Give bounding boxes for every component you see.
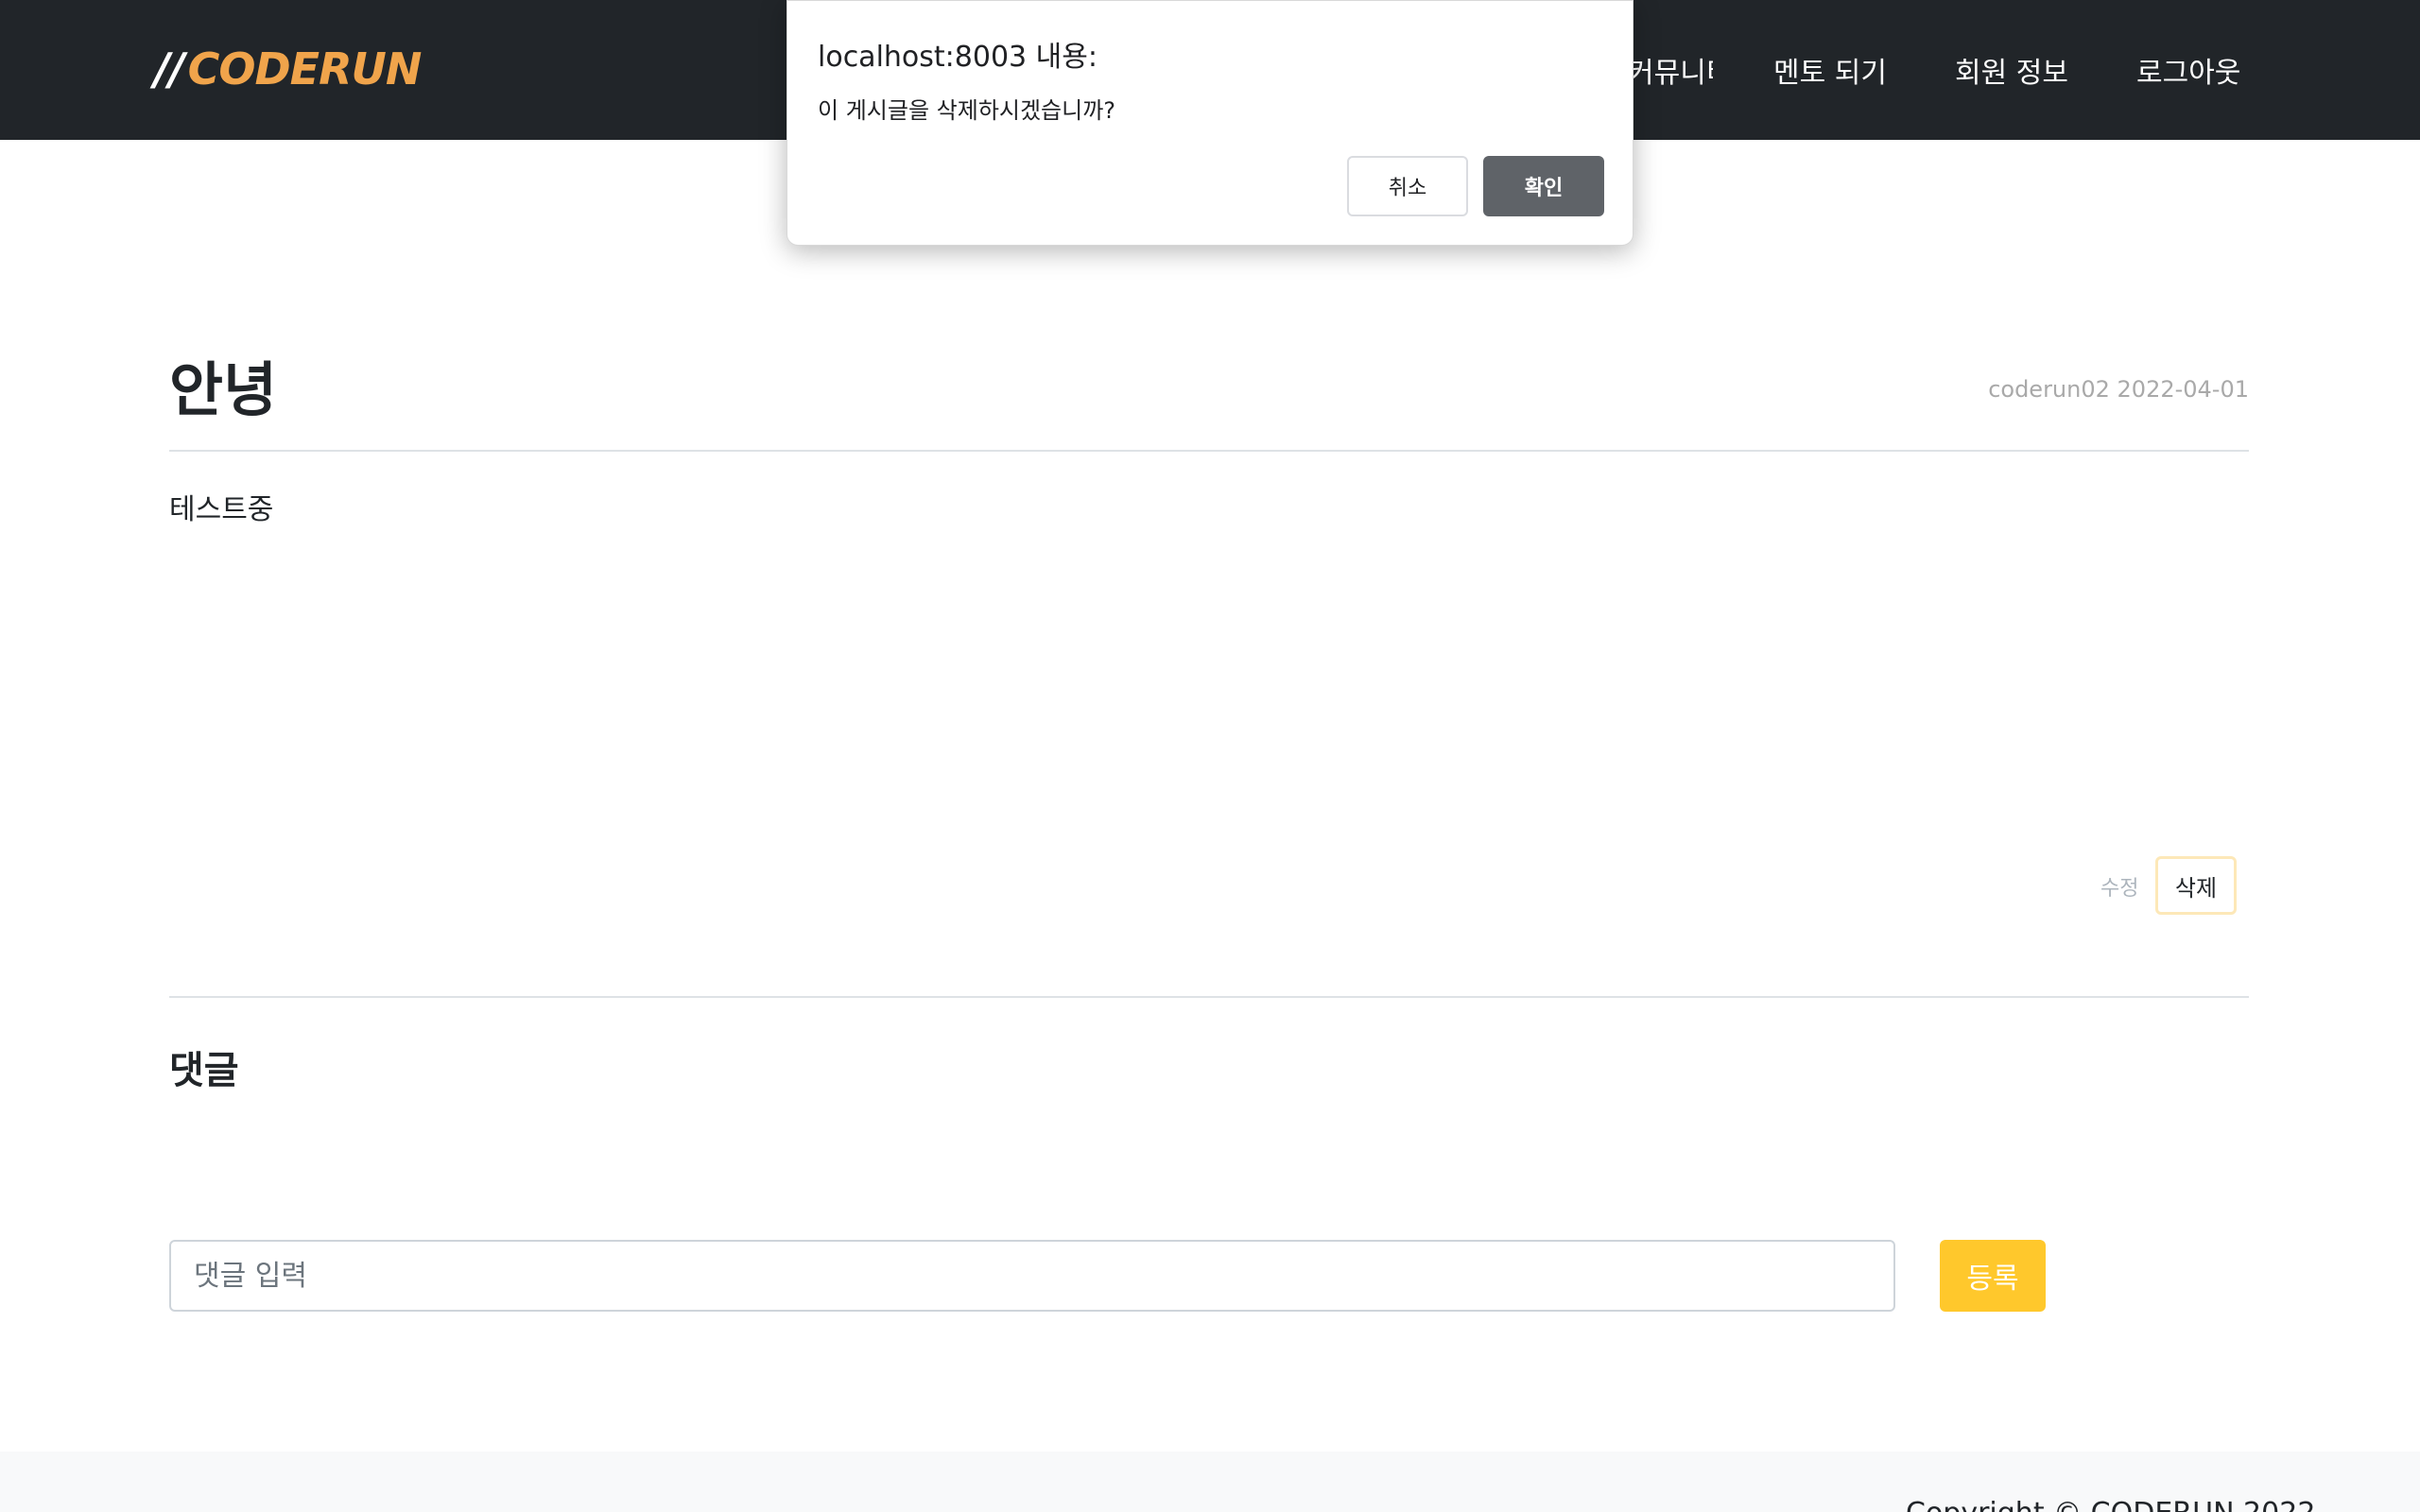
site-logo[interactable]: //CODERUN [154,43,423,94]
confirm-dialog: localhost:8003 내용: 이 게시글을 삭제하시겠습니까? 취소 확… [786,0,1634,246]
copyright-text: Copyright © CODERUN 2022 [1906,1497,2315,1512]
post-body: 테스트중 [169,493,274,526]
post-meta: coderun02 2022-04-01 [1988,376,2249,403]
dialog-message: 이 게시글을 삭제하시겠습니까? [818,97,1116,124]
post-title: 안녕 [169,355,278,424]
nav-community[interactable]: 커뮤니티 [1628,49,1713,91]
logo-brand: CODERUN [187,43,423,94]
comment-divider [169,996,2249,998]
logo-slashes: // [154,43,185,94]
nav-logout[interactable]: 로그아웃 [2136,49,2240,91]
comment-input[interactable] [169,1240,1895,1312]
edit-button[interactable]: 수정 [2100,871,2138,902]
nav-member-info[interactable]: 회원 정보 [1955,49,2068,91]
delete-button[interactable]: 삭제 [2155,856,2237,915]
title-divider [169,450,2249,452]
nav-become-mentor[interactable]: 멘토 되기 [1773,49,1887,91]
comment-heading: 댓글 [169,1049,239,1092]
comment-submit-button[interactable]: 등록 [1940,1240,2046,1312]
dialog-cancel-button[interactable]: 취소 [1347,156,1468,216]
footer: Copyright © CODERUN 2022 [0,1452,2420,1512]
dialog-ok-button[interactable]: 확인 [1483,156,1604,216]
dialog-title: localhost:8003 내용: [818,41,1098,74]
